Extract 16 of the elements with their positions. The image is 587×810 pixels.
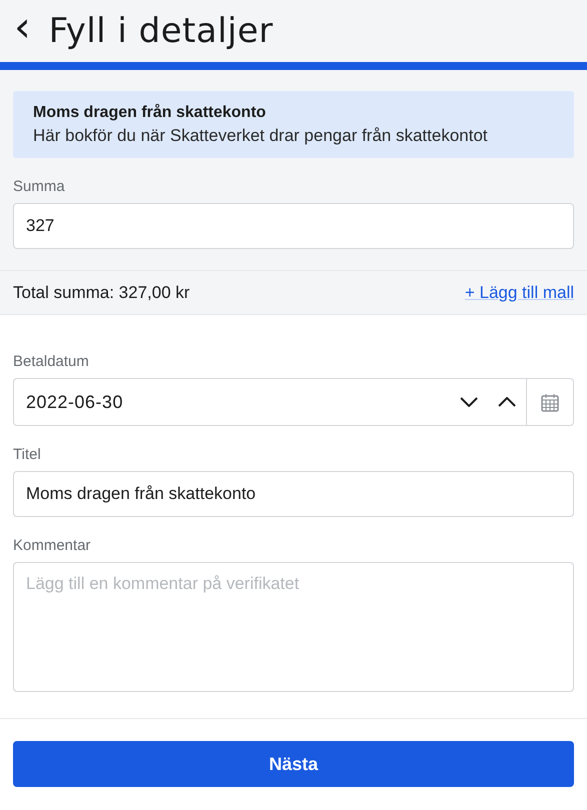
field-label: Titel <box>13 446 42 463</box>
info-title: Moms dragen från skattekonto <box>33 104 267 122</box>
amount-field[interactable]: 327 <box>13 203 574 249</box>
comment-field[interactable]: Lägg till en kommentar på verifikatet <box>13 562 574 692</box>
next-button[interactable]: Nästa <box>13 741 574 787</box>
field-label: Kommentar <box>13 537 92 554</box>
back-button[interactable]: ‹ <box>10 6 35 56</box>
info-text: Här bokför du när Skatteverket drar pengar från skattekontot <box>33 126 489 146</box>
date-field[interactable]: 2022-06-30 <box>13 378 574 426</box>
total-text: Total summa: 327,00 kr <box>13 282 190 302</box>
date-value: 2022-06-30 <box>25 392 124 412</box>
add-template-link[interactable]: + Lägg till mall <box>464 282 574 302</box>
page-title: Fyll i detaljer <box>48 11 274 51</box>
field-label: Summa <box>13 178 66 195</box>
field-label: Betaldatum <box>13 353 90 370</box>
title-field[interactable]: Moms dragen från skattekonto <box>13 471 574 517</box>
